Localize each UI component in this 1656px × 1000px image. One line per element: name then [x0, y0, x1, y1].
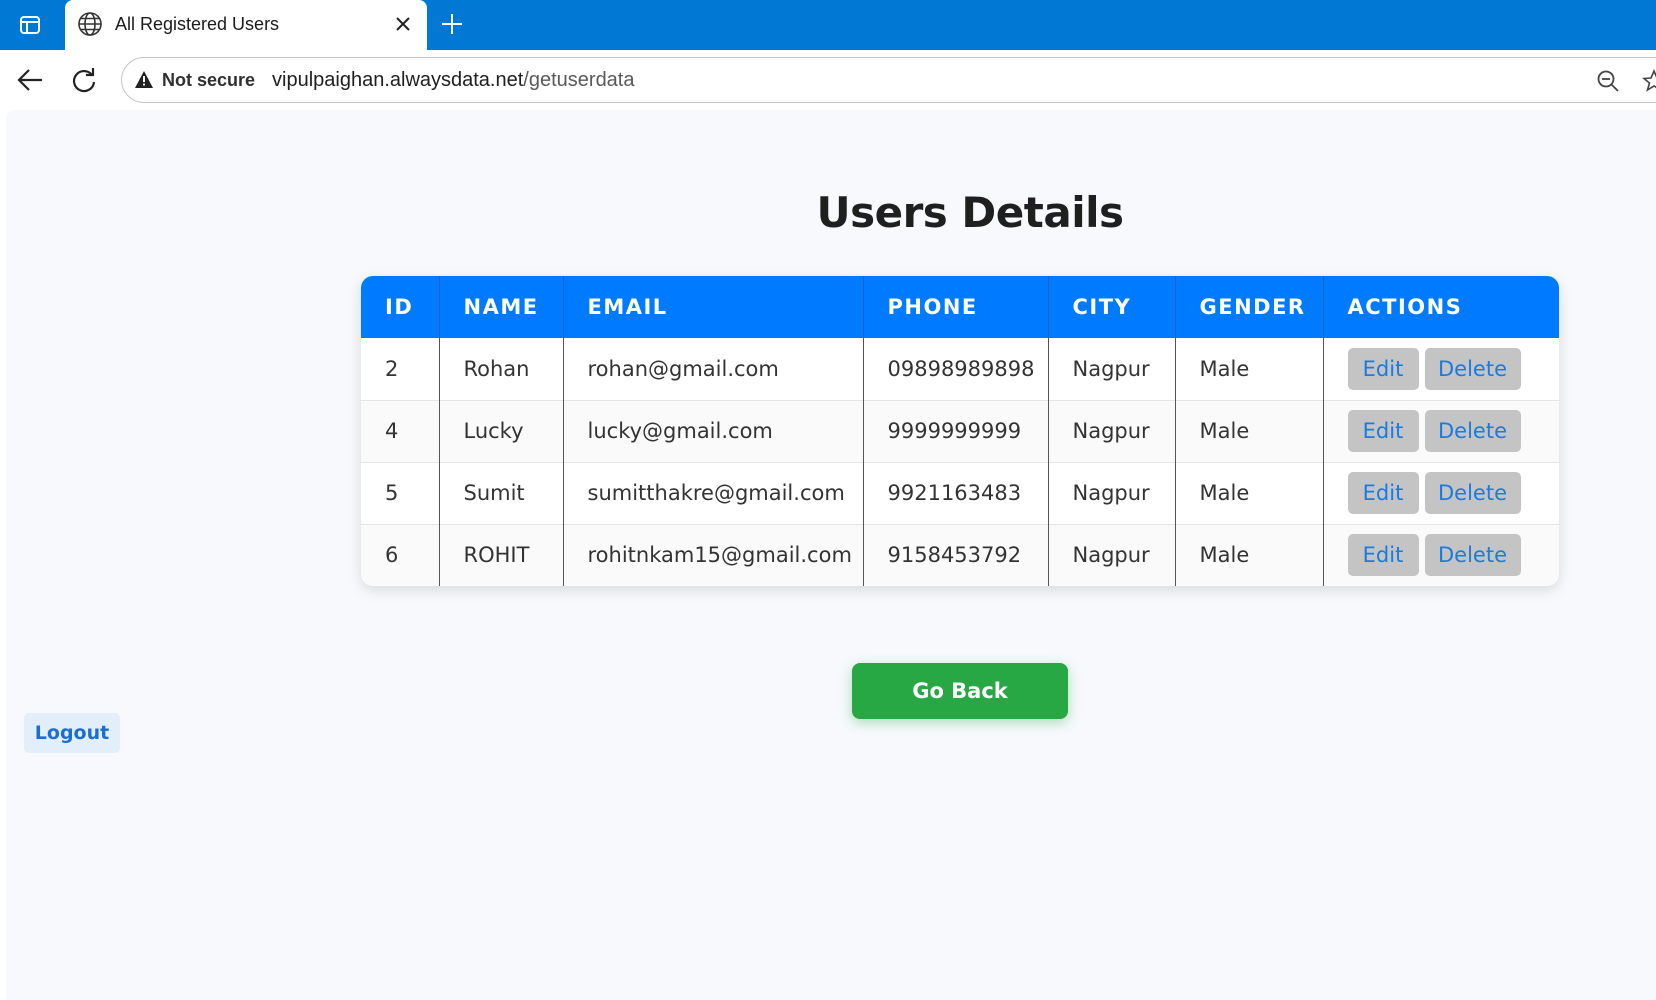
- star-icon[interactable]: [1642, 69, 1656, 93]
- cell-email: lucky@gmail.com: [563, 400, 864, 462]
- header-id: ID: [361, 276, 440, 338]
- cell-name: Lucky: [439, 400, 564, 462]
- address-bar[interactable]: Not secure vipulpaighan.alwaysdata.net/g…: [121, 57, 1656, 103]
- cell-email: rohitnkam15@gmail.com: [563, 524, 864, 586]
- logout-button[interactable]: Logout: [24, 713, 120, 753]
- cell-name: ROHIT: [439, 524, 564, 586]
- cell-city: Nagpur: [1048, 524, 1176, 586]
- close-icon[interactable]: [393, 14, 413, 34]
- cell-gender: Male: [1175, 462, 1324, 524]
- go-back-button[interactable]: Go Back: [852, 663, 1068, 719]
- cell-gender: Male: [1175, 400, 1324, 462]
- cell-gender: Male: [1175, 524, 1324, 586]
- edit-button[interactable]: Edit: [1347, 347, 1419, 390]
- edit-button[interactable]: Edit: [1347, 472, 1419, 514]
- back-arrow-icon[interactable]: [16, 66, 44, 94]
- cell-phone: 9921163483: [863, 462, 1049, 524]
- tab-actions-button[interactable]: [0, 0, 60, 50]
- delete-button[interactable]: Delete: [1424, 347, 1521, 390]
- table-row: 5 Sumit sumitthakre@gmail.com 9921163483…: [361, 462, 1559, 524]
- page-viewport: Users Details ID NAME EMAIL PHONE CITY G…: [6, 110, 1656, 1000]
- url-text[interactable]: vipulpaighan.alwaysdata.net/getuserdata: [272, 58, 635, 102]
- browser-toolbar: Not secure vipulpaighan.alwaysdata.net/g…: [0, 50, 1656, 110]
- globe-icon: [78, 12, 102, 36]
- table-row: 2 Rohan rohan@gmail.com 09898989898 Nagp…: [361, 338, 1559, 400]
- table-row: 6 ROHIT rohitnkam15@gmail.com 9158453792…: [361, 524, 1559, 586]
- cell-name: Sumit: [439, 462, 564, 524]
- cell-id: 4: [361, 400, 440, 462]
- cell-id: 6: [361, 524, 440, 586]
- header-actions: ACTIONS: [1347, 295, 1463, 319]
- cell-actions: Edit Delete: [1323, 462, 1559, 524]
- users-table-card: ID NAME EMAIL PHONE CITY GENDER ACTIONS …: [361, 276, 1559, 586]
- header-phone: PHONE: [863, 276, 1049, 338]
- active-tab[interactable]: All Registered Users: [65, 0, 427, 50]
- cell-city: Nagpur: [1048, 400, 1176, 462]
- cell-actions: Edit Delete: [1323, 338, 1559, 400]
- cell-phone: 9999999999: [863, 400, 1049, 462]
- tab-title: All Registered Users: [115, 14, 280, 34]
- page-title: Users Details: [816, 188, 1124, 237]
- delete-button[interactable]: Delete: [1424, 472, 1521, 514]
- browser-tab-bar: All Registered Users: [0, 0, 1656, 50]
- table-row: 4 Lucky lucky@gmail.com 9999999999 Nagpu…: [361, 400, 1559, 462]
- table-header-row: ID NAME EMAIL PHONE CITY GENDER ACTIONS: [361, 276, 1559, 338]
- plus-icon[interactable]: [440, 12, 464, 36]
- warning-icon[interactable]: [134, 70, 154, 90]
- header-email: EMAIL: [563, 276, 864, 338]
- cell-phone: 9158453792: [863, 524, 1049, 586]
- url-path: /getuserdata: [523, 69, 635, 91]
- cell-gender: Male: [1175, 338, 1324, 400]
- edit-button[interactable]: Edit: [1347, 534, 1419, 577]
- reload-icon[interactable]: [70, 66, 98, 94]
- delete-button[interactable]: Delete: [1424, 534, 1521, 577]
- security-status[interactable]: Not secure: [162, 58, 255, 102]
- header-name: NAME: [439, 276, 564, 338]
- cell-city: Nagpur: [1048, 462, 1176, 524]
- users-table: ID NAME EMAIL PHONE CITY GENDER ACTIONS …: [361, 276, 1559, 586]
- sidebar-toggle-icon: [20, 16, 40, 34]
- url-host: vipulpaighan.alwaysdata.net: [272, 69, 524, 91]
- delete-button[interactable]: Delete: [1424, 410, 1521, 452]
- cell-email: rohan@gmail.com: [563, 338, 864, 400]
- cell-id: 2: [361, 338, 440, 400]
- cell-id: 5: [361, 462, 440, 524]
- header-city: CITY: [1048, 276, 1176, 338]
- header-gender: GENDER: [1175, 276, 1324, 338]
- zoom-icon[interactable]: [1596, 69, 1620, 93]
- edit-button[interactable]: Edit: [1347, 410, 1419, 452]
- cell-actions: Edit Delete: [1323, 524, 1559, 586]
- cell-city: Nagpur: [1048, 338, 1176, 400]
- cell-email: sumitthakre@gmail.com: [563, 462, 864, 524]
- cell-phone: 09898989898: [863, 338, 1049, 400]
- cell-actions: Edit Delete: [1323, 400, 1559, 462]
- cell-name: Rohan: [439, 338, 564, 400]
